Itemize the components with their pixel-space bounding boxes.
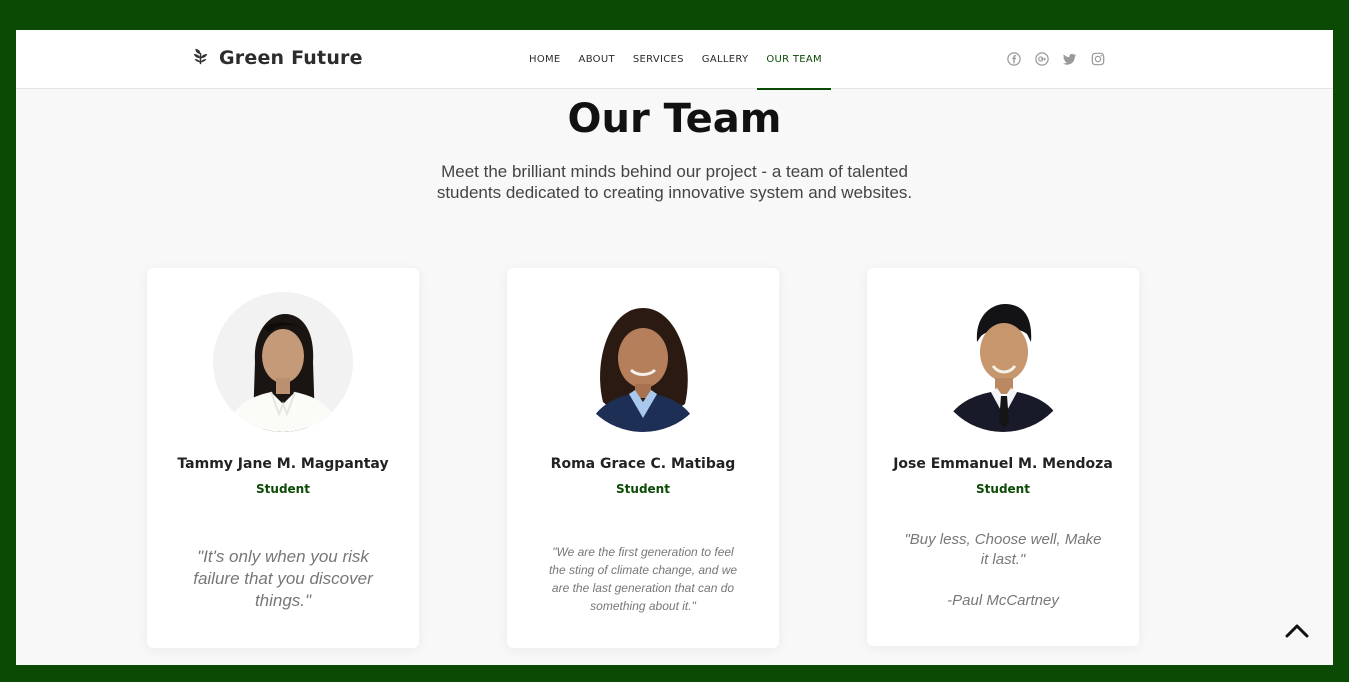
- instagram-icon[interactable]: [1091, 52, 1105, 66]
- main-nav: HOME ABOUT SERVICES GALLERY OUR TEAM: [520, 30, 831, 90]
- member-name: Jose Emmanuel M. Mendoza: [893, 456, 1113, 472]
- member-name: Tammy Jane M. Magpantay: [177, 456, 389, 472]
- nav-services[interactable]: SERVICES: [624, 30, 693, 89]
- section-title: Our Team: [567, 96, 782, 142]
- twitter-icon[interactable]: [1063, 52, 1077, 66]
- brand-name: Green Future: [219, 47, 363, 69]
- chevron-up-icon: [1284, 624, 1310, 648]
- nav-our-team[interactable]: OUR TEAM: [757, 30, 831, 90]
- quote-author: -Paul McCartney: [947, 592, 1059, 609]
- back-to-top-button[interactable]: [1284, 618, 1310, 644]
- team-card: Tammy Jane M. Magpantay Student "It's on…: [147, 268, 419, 648]
- avatar: [213, 292, 353, 432]
- team-card: Jose Emmanuel M. Mendoza Student "Buy le…: [867, 268, 1139, 646]
- facebook-icon[interactable]: [1007, 52, 1021, 66]
- google-plus-icon[interactable]: [1035, 52, 1049, 66]
- team-card: Roma Grace C. Matibag Student "We are th…: [507, 268, 779, 648]
- navbar: Green Future HOME ABOUT SERVICES GALLERY…: [16, 30, 1333, 90]
- member-name: Roma Grace C. Matibag: [550, 456, 736, 472]
- brand-logo[interactable]: Green Future: [192, 47, 363, 69]
- section-subtitle: Meet the brilliant minds behind our proj…: [436, 162, 913, 202]
- avatar: [933, 292, 1073, 432]
- nav-home[interactable]: HOME: [520, 30, 570, 89]
- avatar: [573, 292, 713, 432]
- nav-about[interactable]: ABOUT: [570, 30, 624, 89]
- member-quote: "We are the first generation to feel the…: [548, 545, 738, 613]
- member-role: Student: [616, 482, 670, 496]
- member-role: Student: [256, 482, 310, 496]
- social-links: [1007, 52, 1105, 66]
- member-role: Student: [976, 482, 1030, 496]
- nav-gallery[interactable]: GALLERY: [693, 30, 758, 89]
- member-quote: "It's only when you risk failure that yo…: [193, 547, 373, 610]
- member-quote: "Buy less, Choose well, Make it last.": [904, 531, 1102, 568]
- leaf-icon: [192, 48, 209, 69]
- page-frame: Green Future HOME ABOUT SERVICES GALLERY…: [16, 30, 1333, 665]
